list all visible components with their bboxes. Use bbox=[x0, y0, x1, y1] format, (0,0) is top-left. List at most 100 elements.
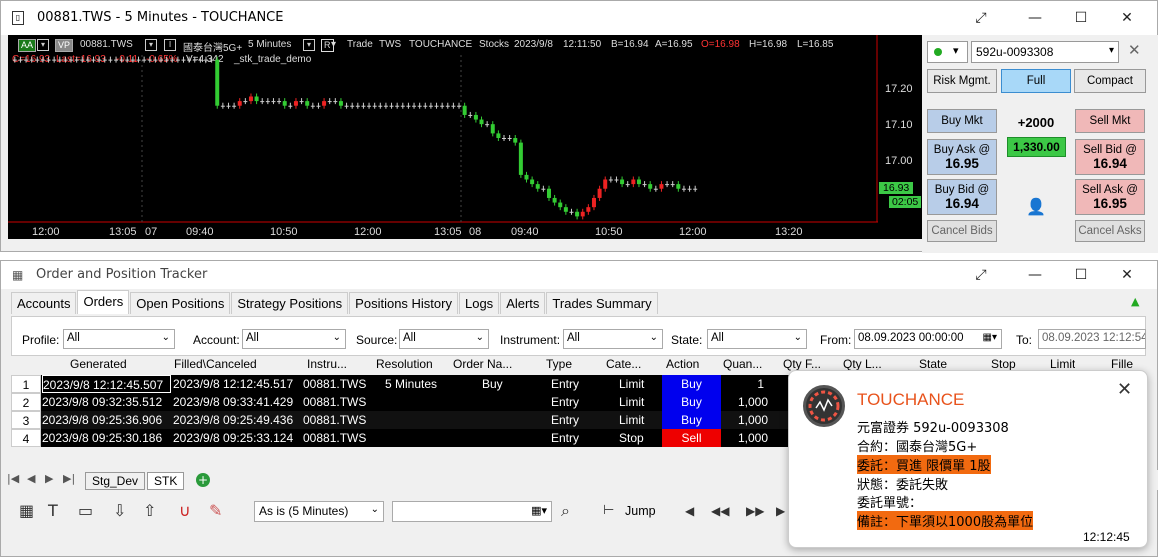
col-generated[interactable]: Generated bbox=[70, 357, 127, 375]
filled-cell[interactable]: 2023/9/8 09:33:41.429 bbox=[173, 393, 303, 411]
next-sheet-icon[interactable]: ▶ bbox=[45, 472, 53, 485]
from-date-field[interactable]: 08.09.2023 00:00:00 ▦▾ bbox=[854, 329, 1002, 349]
minimize-button[interactable]: — bbox=[1021, 7, 1049, 29]
account-filter-select[interactable]: All ⌄ bbox=[242, 329, 346, 349]
col-filled-canceled[interactable]: Filled\Canceled bbox=[174, 357, 257, 375]
calculator-icon[interactable]: ▦ bbox=[19, 501, 34, 520]
to-date-field[interactable]: 08.09.2023 12:12:54 bbox=[1038, 329, 1146, 349]
close-icon[interactable]: ✕ bbox=[1128, 41, 1141, 59]
account-select[interactable]: 592u-0093308 ▾ bbox=[971, 41, 1119, 63]
quantity-cell[interactable]: 1,000 bbox=[724, 393, 768, 411]
instrument-cell[interactable]: 00881.TWS bbox=[303, 411, 373, 429]
quantity-cell[interactable]: 1,000 bbox=[724, 429, 768, 447]
cancel-bids-button[interactable]: Cancel Bids bbox=[927, 220, 997, 242]
generated-cell[interactable]: 2023/9/8 09:25:36.906 bbox=[42, 411, 171, 429]
tab-trades-summary[interactable]: Trades Summary bbox=[546, 292, 658, 314]
instrument-cell[interactable]: 00881.TWS bbox=[303, 375, 373, 393]
sell-market-button[interactable]: Sell Mkt bbox=[1075, 109, 1145, 133]
tab-orders[interactable]: Orders bbox=[77, 290, 130, 314]
full-button[interactable]: Full bbox=[1001, 69, 1071, 93]
calendar-icon[interactable]: ▦▾ bbox=[983, 332, 997, 343]
generated-cell[interactable]: 2023/9/8 09:32:35.512 bbox=[42, 393, 171, 411]
table-row[interactable]: 3 2023/9/8 09:25:36.906 2023/9/8 09:25:4… bbox=[11, 411, 821, 429]
table-row[interactable]: 1 2023/9/8 12:12:45.507 2023/9/8 12:12:4… bbox=[11, 375, 821, 393]
buy-ask-button[interactable]: Buy Ask @ 16.95 bbox=[927, 139, 997, 175]
table-row[interactable]: 2 2023/9/8 09:32:35.512 2023/9/8 09:33:4… bbox=[11, 393, 821, 411]
order-name-cell[interactable]: Buy bbox=[482, 375, 542, 393]
generated-cell[interactable]: 2023/9/8 09:25:30.186 bbox=[42, 429, 171, 447]
date-jump-field[interactable]: ▦▾ bbox=[392, 501, 552, 522]
filled-cell[interactable]: 2023/9/8 09:25:49.436 bbox=[173, 411, 303, 429]
close-button[interactable]: ✕ bbox=[1113, 7, 1141, 29]
maximize-button[interactable]: ☐ bbox=[1067, 7, 1095, 29]
restore-icon[interactable]: ⤢ bbox=[967, 7, 995, 29]
zoom-icon[interactable]: ⌕ bbox=[561, 501, 570, 521]
instrument-cell[interactable]: 00881.TWS bbox=[303, 393, 373, 411]
calendar-icon[interactable]: ▦▾ bbox=[531, 504, 547, 517]
text-tool-icon[interactable]: T bbox=[48, 501, 58, 520]
buy-market-button[interactable]: Buy Mkt bbox=[927, 109, 997, 133]
table-row[interactable]: 4 2023/9/8 09:25:30.186 2023/9/8 09:25:3… bbox=[11, 429, 821, 447]
tab-logs[interactable]: Logs bbox=[458, 292, 500, 314]
last-sheet-icon[interactable]: ▶| bbox=[63, 472, 75, 485]
price-chart[interactable]: AA ▾ VP 00881.TWS ▾ I 國泰台灣5G+ 5 Minutes … bbox=[8, 35, 922, 239]
tab-open-positions[interactable]: Open Positions bbox=[130, 292, 231, 314]
close-button[interactable]: ✕ bbox=[1113, 264, 1141, 286]
arrow-down-icon[interactable]: ⇩ bbox=[113, 501, 126, 520]
prev-sheet-icon[interactable]: ◀ bbox=[27, 472, 35, 485]
order-notification[interactable]: TOUCHANCE ✕ 元富證券 592u-0093308 合約：國泰台灣5G+… bbox=[788, 370, 1148, 548]
instrument-select[interactable]: All ⌄ bbox=[563, 329, 663, 349]
quantity-cell[interactable]: 1,000 bbox=[724, 411, 768, 429]
arrow-up-icon[interactable]: ⇧ bbox=[143, 501, 156, 520]
filled-cell[interactable]: 2023/9/8 09:25:33.124 bbox=[173, 429, 303, 447]
rectangle-tool-icon[interactable]: ▭ bbox=[78, 501, 93, 520]
generated-cell[interactable]: 2023/9/8 12:12:45.507 bbox=[42, 375, 171, 393]
risk-mgmt-button[interactable]: Risk Mgmt. bbox=[927, 69, 997, 93]
interval-select[interactable]: As is (5 Minutes) ⌄ bbox=[254, 501, 384, 522]
tab-accounts[interactable]: Accounts bbox=[11, 292, 77, 314]
col-quantity[interactable]: Quan... bbox=[723, 357, 773, 375]
status-selector[interactable]: ▾ bbox=[927, 41, 968, 63]
pin-up-icon[interactable]: ▲ bbox=[1131, 295, 1139, 308]
type-cell[interactable]: Entry bbox=[551, 375, 601, 393]
close-icon[interactable]: ✕ bbox=[1117, 379, 1132, 400]
col-action[interactable]: Action bbox=[666, 357, 699, 375]
magnet-icon[interactable]: ∪ bbox=[179, 501, 191, 520]
tab-alerts[interactable]: Alerts bbox=[500, 292, 546, 314]
compact-button[interactable]: Compact bbox=[1074, 69, 1146, 93]
tab-positions-history[interactable]: Positions History bbox=[349, 292, 458, 314]
type-cell[interactable]: Entry bbox=[551, 429, 601, 447]
source-select[interactable]: All ⌄ bbox=[399, 329, 489, 349]
minimize-button[interactable]: — bbox=[1021, 264, 1049, 286]
profile-select[interactable]: All ⌄ bbox=[63, 329, 175, 349]
eraser-icon[interactable]: ✎ bbox=[209, 501, 222, 520]
jump-button[interactable]: Jump bbox=[625, 504, 656, 518]
scroll-right-icon[interactable]: ▶ bbox=[776, 504, 785, 518]
action-cell[interactable]: Sell bbox=[662, 429, 721, 447]
action-cell[interactable]: Buy bbox=[662, 411, 721, 429]
col-category[interactable]: Cate... bbox=[606, 357, 658, 375]
tab-strategy-positions[interactable]: Strategy Positions bbox=[231, 292, 349, 314]
filled-cell[interactable]: 2023/9/8 12:12:45.517 bbox=[173, 375, 303, 393]
fast-right-icon[interactable]: ▶▶ bbox=[746, 504, 764, 518]
resolution-cell[interactable]: 5 Minutes bbox=[385, 375, 465, 393]
type-cell[interactable]: Entry bbox=[551, 411, 601, 429]
col-type[interactable]: Type bbox=[546, 357, 572, 375]
sell-bid-button[interactable]: Sell Bid @ 16.94 bbox=[1075, 139, 1145, 175]
quantity-cell[interactable]: 1 bbox=[724, 375, 764, 393]
add-sheet-icon[interactable]: + bbox=[196, 473, 210, 487]
jump-icon[interactable]: ⊢ bbox=[603, 503, 614, 518]
fast-left-icon[interactable]: ◀◀ bbox=[711, 504, 729, 518]
sell-ask-button[interactable]: Sell Ask @ 16.95 bbox=[1075, 179, 1145, 215]
sheet-tab-stg-dev[interactable]: Stg_Dev bbox=[85, 472, 146, 490]
action-cell[interactable]: Buy bbox=[662, 375, 721, 393]
buy-bid-button[interactable]: Buy Bid @ 16.94 bbox=[927, 179, 997, 215]
user-icon[interactable]: 👤 bbox=[1026, 197, 1048, 219]
first-sheet-icon[interactable]: |◀ bbox=[7, 472, 19, 485]
action-cell[interactable]: Buy bbox=[662, 393, 721, 411]
cancel-asks-button[interactable]: Cancel Asks bbox=[1075, 220, 1145, 242]
sheet-tab-stk[interactable]: STK bbox=[147, 472, 185, 490]
col-instrument[interactable]: Instru... bbox=[307, 357, 369, 375]
maximize-button[interactable]: ☐ bbox=[1067, 264, 1095, 286]
type-cell[interactable]: Entry bbox=[551, 393, 601, 411]
